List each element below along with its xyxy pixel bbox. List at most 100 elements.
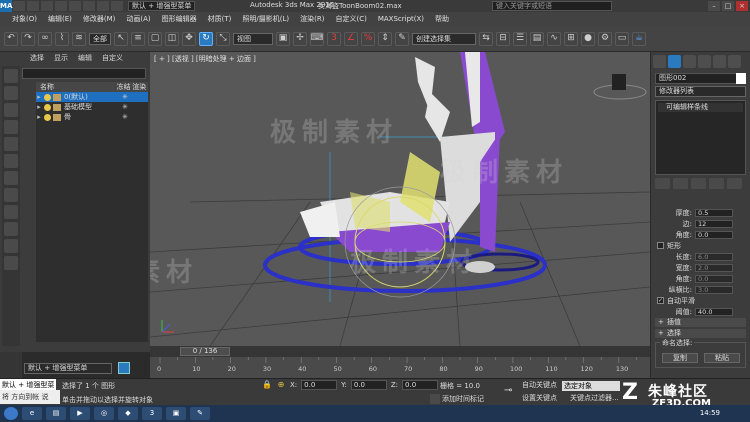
minimize-icon[interactable]: – <box>708 1 720 11</box>
layer-manager-icon[interactable]: ☰ <box>513 31 527 46</box>
explorer-menu-select[interactable]: 选择 <box>30 53 44 63</box>
modify-tab-icon[interactable] <box>668 55 681 68</box>
object-name-field[interactable]: 图形002 <box>655 73 746 84</box>
app-logo-icon[interactable]: MAX <box>0 0 18 12</box>
angle-snap-icon[interactable]: ∠ <box>344 31 358 46</box>
hierarchy-tab-icon[interactable] <box>683 55 696 68</box>
radio-icon[interactable] <box>657 242 664 249</box>
max-taskbar-icon[interactable]: 3 <box>142 407 162 420</box>
snap-3d-icon[interactable]: 3 <box>327 31 341 46</box>
window-crossing-icon[interactable]: ◫ <box>165 31 179 46</box>
redo-icon[interactable] <box>69 1 81 11</box>
set-key-button[interactable]: 设置关键点 <box>522 393 557 403</box>
app-icon[interactable]: ◎ <box>94 407 114 420</box>
viewport-layout-tab[interactable] <box>0 352 22 378</box>
utilities-tab-icon[interactable] <box>728 55 741 68</box>
undo-icon[interactable]: ↶ <box>4 31 18 46</box>
create-tab-icon[interactable] <box>653 55 666 68</box>
filter-helpers-icon[interactable] <box>4 137 18 151</box>
filter-cameras-icon[interactable] <box>4 120 18 134</box>
fetch-icon[interactable] <box>97 1 109 11</box>
show-end-result-icon[interactable] <box>673 178 688 189</box>
filter-hidden-icon[interactable] <box>4 256 18 270</box>
param-spinner[interactable]: 12 <box>695 219 733 228</box>
key-filters-button[interactable]: 关键点过滤器... <box>570 393 619 403</box>
x-coord-field[interactable]: 0.0 <box>301 380 338 390</box>
pivot-center-icon[interactable]: ▣ <box>276 31 290 46</box>
select-manipulate-icon[interactable]: ✢ <box>293 31 307 46</box>
light-bulb-icon[interactable] <box>44 103 51 111</box>
hold-icon[interactable] <box>83 1 95 11</box>
rect-selection-icon[interactable]: ▢ <box>148 31 162 46</box>
curve-editor-icon[interactable]: ∿ <box>547 31 561 46</box>
viewport-label[interactable]: [ + ] [透视 ] [明暗处理 + 边面 ] <box>154 54 256 64</box>
menu-rendering[interactable]: 渲染(R) <box>300 14 324 24</box>
expand-arrow-icon[interactable]: ▸ <box>36 103 42 111</box>
project-folder-icon[interactable] <box>111 1 123 11</box>
add-time-tag[interactable]: 添加时间标记 <box>430 394 484 404</box>
close-icon[interactable]: × <box>736 1 748 11</box>
filter-xrefs-icon[interactable] <box>4 188 18 202</box>
param-spinner[interactable]: 2.0 <box>695 263 733 272</box>
filter-groups-icon[interactable] <box>4 171 18 185</box>
menu-graph-editors[interactable]: 图形编辑器 <box>162 14 197 24</box>
bind-spacewarp-icon[interactable]: ≋ <box>72 31 86 46</box>
select-move-icon[interactable]: ✥ <box>182 31 196 46</box>
rollout-selection[interactable]: 选择 <box>655 329 746 338</box>
layer-row[interactable]: ▸ 基础模型 ✳ <box>36 102 148 112</box>
modifier-list-dropdown[interactable]: 修改器列表 <box>655 86 746 97</box>
material-editor-icon[interactable]: ● <box>581 31 595 46</box>
layer-row[interactable]: ▸ 0(默认) ✳ <box>36 92 148 102</box>
param-spinner[interactable]: 0.5 <box>695 208 733 217</box>
make-unique-icon[interactable] <box>691 178 706 189</box>
time-tag-icon[interactable] <box>430 394 440 404</box>
explorer-search-input[interactable] <box>22 68 146 79</box>
filter-spacewarps-icon[interactable] <box>4 154 18 168</box>
named-selection-dropdown[interactable]: 创建选择集 <box>412 32 476 45</box>
time-slider-handle[interactable]: 0 / 136 <box>180 347 230 356</box>
app-icon[interactable]: ▣ <box>166 407 186 420</box>
display-tab-icon[interactable] <box>713 55 726 68</box>
new-file-icon[interactable] <box>13 1 25 11</box>
menu-object[interactable]: 对象(O) <box>12 14 37 24</box>
menu-lights-cameras[interactable]: 照明/摄影机(L) <box>242 14 289 24</box>
rendered-frame-icon[interactable]: ▭ <box>615 31 629 46</box>
reference-coord-dropdown[interactable]: 视图 <box>233 32 273 45</box>
column-frozen[interactable]: 冻结 <box>117 82 133 92</box>
auto-smooth-checkbox[interactable]: ✓ 自动平滑 <box>657 296 744 305</box>
param-spinner[interactable]: 0.0 <box>695 230 733 239</box>
filter-bones-icon[interactable] <box>4 205 18 219</box>
help-search-input[interactable]: 键入关键字或短语 <box>492 1 612 11</box>
select-object-icon[interactable]: ↖ <box>114 31 128 46</box>
freeze-icon[interactable]: ✳ <box>122 103 128 111</box>
auto-key-button[interactable]: 自动关键点 <box>522 380 557 390</box>
checkbox-icon[interactable]: ✓ <box>657 297 664 304</box>
perspective-viewport[interactable]: [ + ] [透视 ] [明暗处理 + 边面 ] 极制素材 极制素材 极制素材 … <box>150 52 650 346</box>
undo-icon[interactable] <box>55 1 67 11</box>
filter-geometry-icon[interactable] <box>4 69 18 83</box>
open-file-icon[interactable] <box>27 1 39 11</box>
explorer-layer-dropdown[interactable]: 默认 + 增强型菜单 <box>24 363 112 374</box>
layer-row[interactable]: ▸ 骨 ✳ <box>36 112 148 122</box>
absolute-mode-icon[interactable]: ⊕ <box>276 380 286 390</box>
filter-shapes-icon[interactable] <box>4 86 18 100</box>
time-slider[interactable]: 0 / 136 <box>150 346 650 357</box>
light-bulb-icon[interactable] <box>44 113 51 121</box>
stack-item-editable-spline[interactable]: 可编辑样条线 <box>658 103 743 112</box>
column-render[interactable]: 渲染 <box>132 82 148 92</box>
expand-arrow-icon[interactable]: ▸ <box>36 113 42 121</box>
track-bar[interactable]: 0 10 20 30 40 50 60 70 80 90 100 110 120 130 <box>150 357 650 378</box>
filter-containers-icon[interactable] <box>4 222 18 236</box>
graphite-ribbon-icon[interactable]: ▤ <box>530 31 544 46</box>
workspace-dropdown[interactable]: 默认 + 增强型菜单 <box>128 1 196 11</box>
explorer-menu-edit[interactable]: 编辑 <box>78 53 92 63</box>
set-key-icon[interactable]: ⊸ <box>504 385 512 396</box>
param-spinner[interactable]: 0.0 <box>695 274 733 283</box>
column-name[interactable]: 名称 <box>36 82 117 92</box>
selection-filter-dropdown[interactable]: 全部 <box>89 32 111 45</box>
link-icon[interactable]: ∞ <box>38 31 52 46</box>
light-bulb-icon[interactable] <box>44 93 51 101</box>
spinner-snap-icon[interactable]: ⇕ <box>378 31 392 46</box>
copy-button[interactable]: 复制 <box>662 353 698 363</box>
maximize-icon[interactable]: □ <box>722 1 734 11</box>
